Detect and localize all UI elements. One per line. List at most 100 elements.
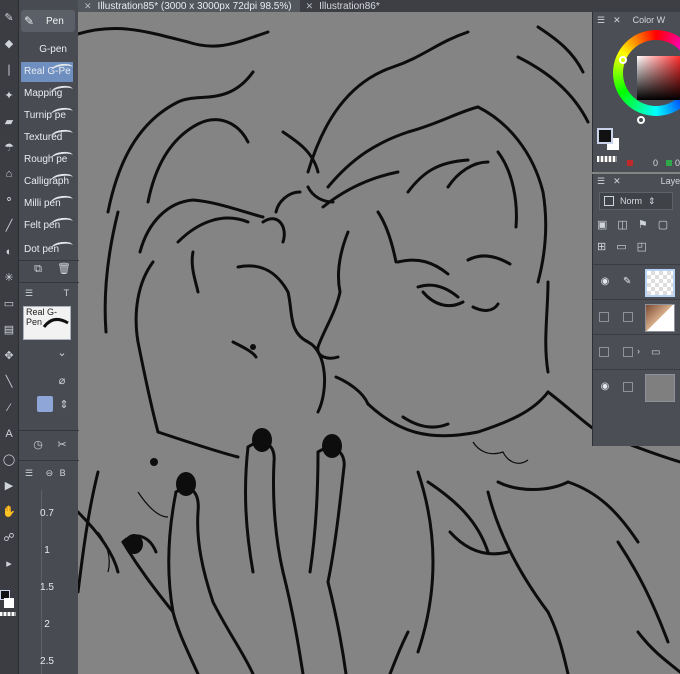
lock-checkbox[interactable]	[623, 347, 633, 357]
brush-stroke-preview	[50, 150, 73, 164]
delete-sub-tool-icon[interactable]: 🗑	[57, 262, 71, 276]
eye-icon[interactable]: ◉	[599, 381, 611, 393]
new-layer-icon[interactable]: ⊞	[597, 240, 606, 253]
spinner-icon[interactable]: ⇕	[57, 398, 71, 412]
brush-turnip-pen[interactable]: Turnip pe	[21, 106, 73, 126]
pen-tool-icon[interactable]: ✎	[1, 8, 17, 28]
pen-icon: ✎	[623, 276, 632, 287]
close-icon[interactable]: ✕	[84, 1, 92, 12]
draft-icon[interactable]: ▢	[658, 218, 668, 231]
saturation-value-square[interactable]	[637, 56, 680, 100]
settings-icon[interactable]: ☰	[25, 288, 33, 298]
brush-g-pen[interactable]: G-pen	[21, 40, 73, 60]
reference-icon[interactable]: ⚑	[638, 218, 648, 231]
lock-icon[interactable]: ▣	[597, 218, 607, 231]
slash-icon[interactable]: ⌀	[55, 374, 69, 388]
clip-icon[interactable]: ◫	[617, 218, 627, 231]
divider	[19, 460, 79, 461]
brush-size-option[interactable]: 1	[19, 531, 79, 567]
main-color-swatch[interactable]	[597, 128, 613, 144]
visibility-checkbox[interactable]	[599, 312, 609, 322]
menu-icon[interactable]: ☰	[597, 15, 605, 26]
brush-stroke-preview	[50, 84, 73, 98]
blend-mode-select[interactable]: Norm ⇕	[599, 192, 673, 210]
folder-icon: ▭	[651, 347, 661, 358]
text-tool-icon[interactable]: A	[1, 424, 17, 444]
frame-tool-icon[interactable]: ✳	[1, 268, 17, 288]
menu-icon[interactable]: ☰	[597, 176, 605, 187]
new-folder-icon[interactable]: ▭	[616, 240, 626, 253]
brush-dot-pen[interactable]: Dot pen	[21, 240, 73, 260]
wrench-icon[interactable]: ✂	[55, 438, 69, 452]
mask-icon[interactable]: ◰	[637, 240, 647, 253]
blend-mode-value: Norm	[620, 196, 642, 206]
brush-size-option[interactable]: 0.7	[19, 494, 79, 530]
lasso-tool-icon[interactable]: ╲	[1, 372, 17, 392]
layer-row[interactable]: ◉ ✎	[593, 264, 680, 298]
brush-calligraphy[interactable]: Calligraph	[21, 172, 73, 192]
layer-row[interactable]: ◉	[593, 369, 680, 403]
lock-checkbox[interactable]	[623, 382, 633, 392]
chevron-right-icon[interactable]: ›	[637, 346, 640, 356]
chevron-down-icon[interactable]: ⌄	[55, 346, 69, 360]
main-sub-color-chip[interactable]	[0, 590, 18, 616]
brush-size-option[interactable]: 2.5	[19, 642, 79, 674]
hue-cursor[interactable]	[619, 56, 627, 64]
figure-tool-icon[interactable]: ╱	[1, 216, 17, 236]
color-value-blue: 0	[675, 158, 680, 168]
drawing-canvas[interactable]	[78, 12, 680, 674]
operation-tool-icon[interactable]: ▭	[1, 294, 17, 314]
pen-icon: ✎	[24, 14, 35, 28]
brush-size-link-icon[interactable]: ⊖	[46, 468, 54, 478]
settings-icon[interactable]: ☰	[25, 468, 33, 478]
duplicate-sub-tool-icon[interactable]: ⧉	[31, 262, 45, 276]
select-tool-icon[interactable]: ▤	[1, 320, 17, 340]
layer-thumbnail	[645, 304, 675, 332]
blend-tool-icon[interactable]: ☂	[1, 138, 17, 158]
brush-real-g-pen[interactable]: Real G-Pe	[21, 62, 73, 82]
airbrush-tool-icon[interactable]: ✦	[1, 86, 17, 106]
sub-color-swatch[interactable]	[4, 598, 14, 608]
layer-row[interactable]	[593, 299, 680, 333]
balloon-tool-icon[interactable]: ◯	[1, 450, 17, 470]
zoom-tool-icon[interactable]: ☍	[1, 528, 17, 548]
brush-tip-swatch[interactable]	[37, 396, 53, 412]
document-tab[interactable]: ✕ Illustration86*	[300, 0, 388, 12]
gradient-tool-icon[interactable]: ⚬	[1, 190, 17, 210]
eraser-icon[interactable]: ▰	[1, 112, 17, 132]
ruler-tool-icon[interactable]: ◐	[1, 242, 17, 262]
brush-tool-icon[interactable]: ❘	[1, 60, 17, 80]
pointer-tool-icon[interactable]: ▸	[1, 554, 17, 574]
document-tab-bar: ✕ Illustration85* (3000 x 3000px 72dpi 9…	[78, 0, 680, 12]
close-icon[interactable]: ✕	[613, 176, 621, 187]
brush-rough-pen[interactable]: Rough pe	[21, 150, 73, 170]
close-icon[interactable]: ✕	[306, 1, 314, 12]
close-icon[interactable]: ✕	[613, 15, 621, 26]
brush-mapping[interactable]: Mapping	[21, 84, 73, 104]
eye-icon[interactable]: ◉	[599, 276, 611, 288]
document-tab[interactable]: ✕ Illustration85* (3000 x 3000px 72dpi 9…	[78, 0, 300, 12]
brush-textured[interactable]: Textured	[21, 128, 73, 148]
sv-cursor[interactable]	[637, 116, 645, 124]
brush-milli-pen[interactable]: Milli pen	[21, 194, 73, 214]
color-value-green: 0	[653, 158, 659, 168]
eyedropper-tool-icon[interactable]: ⁄	[1, 398, 17, 418]
visibility-checkbox[interactable]	[599, 347, 609, 357]
lock-checkbox[interactable]	[623, 312, 633, 322]
sub-tool-group-label: Pen	[46, 15, 64, 27]
brush-felt-pen[interactable]: Felt pen	[21, 216, 73, 236]
brush-size-option[interactable]: 2	[19, 605, 79, 641]
hand-tool-icon[interactable]: ✋	[1, 502, 17, 522]
fill-tool-icon[interactable]: ⌂	[1, 164, 17, 184]
move-tool-icon[interactable]: ✥	[1, 346, 17, 366]
transparent-color-swatch[interactable]	[0, 612, 16, 616]
brush-size-value: 1	[44, 545, 50, 556]
eraser-tool-icon[interactable]: ◆	[1, 34, 17, 54]
sub-tool-group-pen[interactable]: ✎ Pen	[21, 10, 75, 32]
brush-stroke-preview	[50, 194, 73, 208]
folder-row[interactable]: › ▭	[593, 334, 680, 368]
transparent-color-swatch[interactable]	[597, 156, 617, 162]
clock-icon[interactable]: ◷	[31, 438, 45, 452]
brush-size-option[interactable]: 1.5	[19, 568, 79, 604]
correct-line-tool-icon[interactable]: ▶	[1, 476, 17, 496]
